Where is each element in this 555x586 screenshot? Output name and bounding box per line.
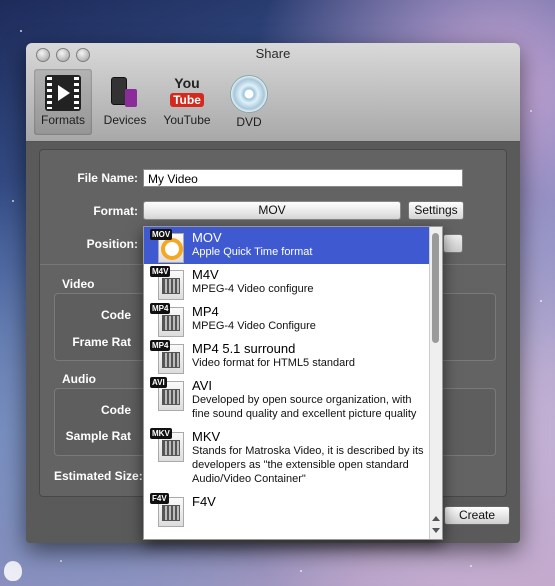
create-button[interactable]: Create [444, 506, 510, 525]
format-option-f4v[interactable]: F4V F4V [144, 491, 429, 527]
format-option-mkv[interactable]: MKV MKV Stands for Matroska Video, it is… [144, 426, 429, 491]
format-option-desc: MPEG-4 Video configure [192, 283, 314, 295]
quicktime-file-icon: MOV [150, 229, 184, 263]
video-codec-label: Code [101, 308, 131, 322]
format-option-m4v[interactable]: M4V M4V MPEG-4 Video configure [144, 264, 429, 301]
format-option-title: M4V [192, 267, 219, 282]
ipod-icon [107, 75, 143, 111]
video-file-icon: MKV [150, 428, 184, 462]
star [540, 300, 542, 302]
tab-dvd-label: DVD [236, 115, 262, 129]
format-option-desc: Video format for HTML5 standard [192, 357, 356, 369]
tab-youtube[interactable]: You Tube YouTube [158, 69, 216, 135]
film-icon [45, 75, 81, 111]
format-option-title: F4V [192, 494, 216, 509]
star [530, 110, 532, 112]
video-file-icon: AVI [150, 377, 184, 411]
sample-rate-label: Sample Rat [65, 429, 131, 443]
format-list: MOV MOV Apple Quick Time format M4V M4V … [144, 227, 429, 527]
youtube-icon: You Tube [169, 75, 205, 111]
frame-rate-label: Frame Rat [72, 335, 131, 349]
titlebar: Share Formats Devices You Tube YouTube D… [26, 43, 520, 142]
format-option-title: AVI [192, 378, 212, 393]
video-file-icon: F4V [150, 493, 184, 527]
format-option-desc: MPEG-4 Video Configure [192, 320, 316, 332]
scrollbar-thumb[interactable] [432, 233, 439, 343]
format-option-desc: Apple Quick Time format [192, 246, 313, 258]
audio-codec-label: Code [101, 403, 131, 417]
format-option-title: MP4 [192, 304, 219, 319]
file-name-input[interactable]: My Video [143, 169, 463, 187]
format-option-desc: Stands for Matroska Video, it is describ… [192, 445, 424, 485]
star [300, 570, 302, 572]
format-option-title: MOV [192, 230, 222, 245]
format-option-desc: Developed by open source organization, w… [192, 394, 417, 420]
format-label: Format: [93, 204, 138, 218]
format-option-title: MP4 5.1 surround [192, 341, 296, 356]
window-title: Share [255, 46, 291, 61]
file-name-label: File Name: [77, 171, 138, 185]
dvd-icon [230, 75, 268, 113]
video-file-icon: MP4 [150, 340, 184, 374]
format-option-title: MKV [192, 429, 221, 444]
format-option-mp4-surround[interactable]: MP4 MP4 5.1 surround Video format for HT… [144, 338, 429, 375]
video-section-label: Video [62, 277, 95, 291]
star [20, 30, 22, 32]
star [12, 200, 14, 202]
format-popup[interactable]: MOV [143, 201, 401, 220]
tab-dvd[interactable]: DVD [220, 69, 278, 135]
tab-devices[interactable]: Devices [96, 69, 154, 135]
tab-formats[interactable]: Formats [34, 69, 92, 135]
format-option-mp4[interactable]: MP4 MP4 MPEG-4 Video Configure [144, 301, 429, 338]
apple-logo-icon [4, 561, 22, 581]
position-slider[interactable] [443, 234, 463, 253]
position-label: Position: [86, 237, 138, 251]
star [470, 565, 472, 567]
video-file-icon: MP4 [150, 303, 184, 337]
scroll-down-arrow-icon[interactable] [432, 528, 440, 533]
estimated-size-label: Estimated Size: 1 [54, 469, 153, 483]
format-option-avi[interactable]: AVI AVI Developed by open source organiz… [144, 375, 429, 426]
tab-formats-label: Formats [40, 113, 85, 127]
star [60, 560, 62, 562]
format-option-mov[interactable]: MOV MOV Apple Quick Time format [144, 227, 429, 264]
video-file-icon: M4V [150, 266, 184, 300]
tab-devices-label: Devices [103, 113, 147, 127]
settings-button[interactable]: Settings [408, 201, 464, 220]
dropdown-scrollbar[interactable] [429, 227, 442, 539]
audio-section-label: Audio [62, 372, 96, 386]
format-dropdown-menu: MOV MOV Apple Quick Time format M4V M4V … [143, 226, 443, 540]
scroll-up-arrow-icon[interactable] [432, 516, 440, 521]
tab-youtube-label: YouTube [163, 113, 211, 127]
toolbar: Formats Devices You Tube YouTube DVD [34, 69, 278, 135]
